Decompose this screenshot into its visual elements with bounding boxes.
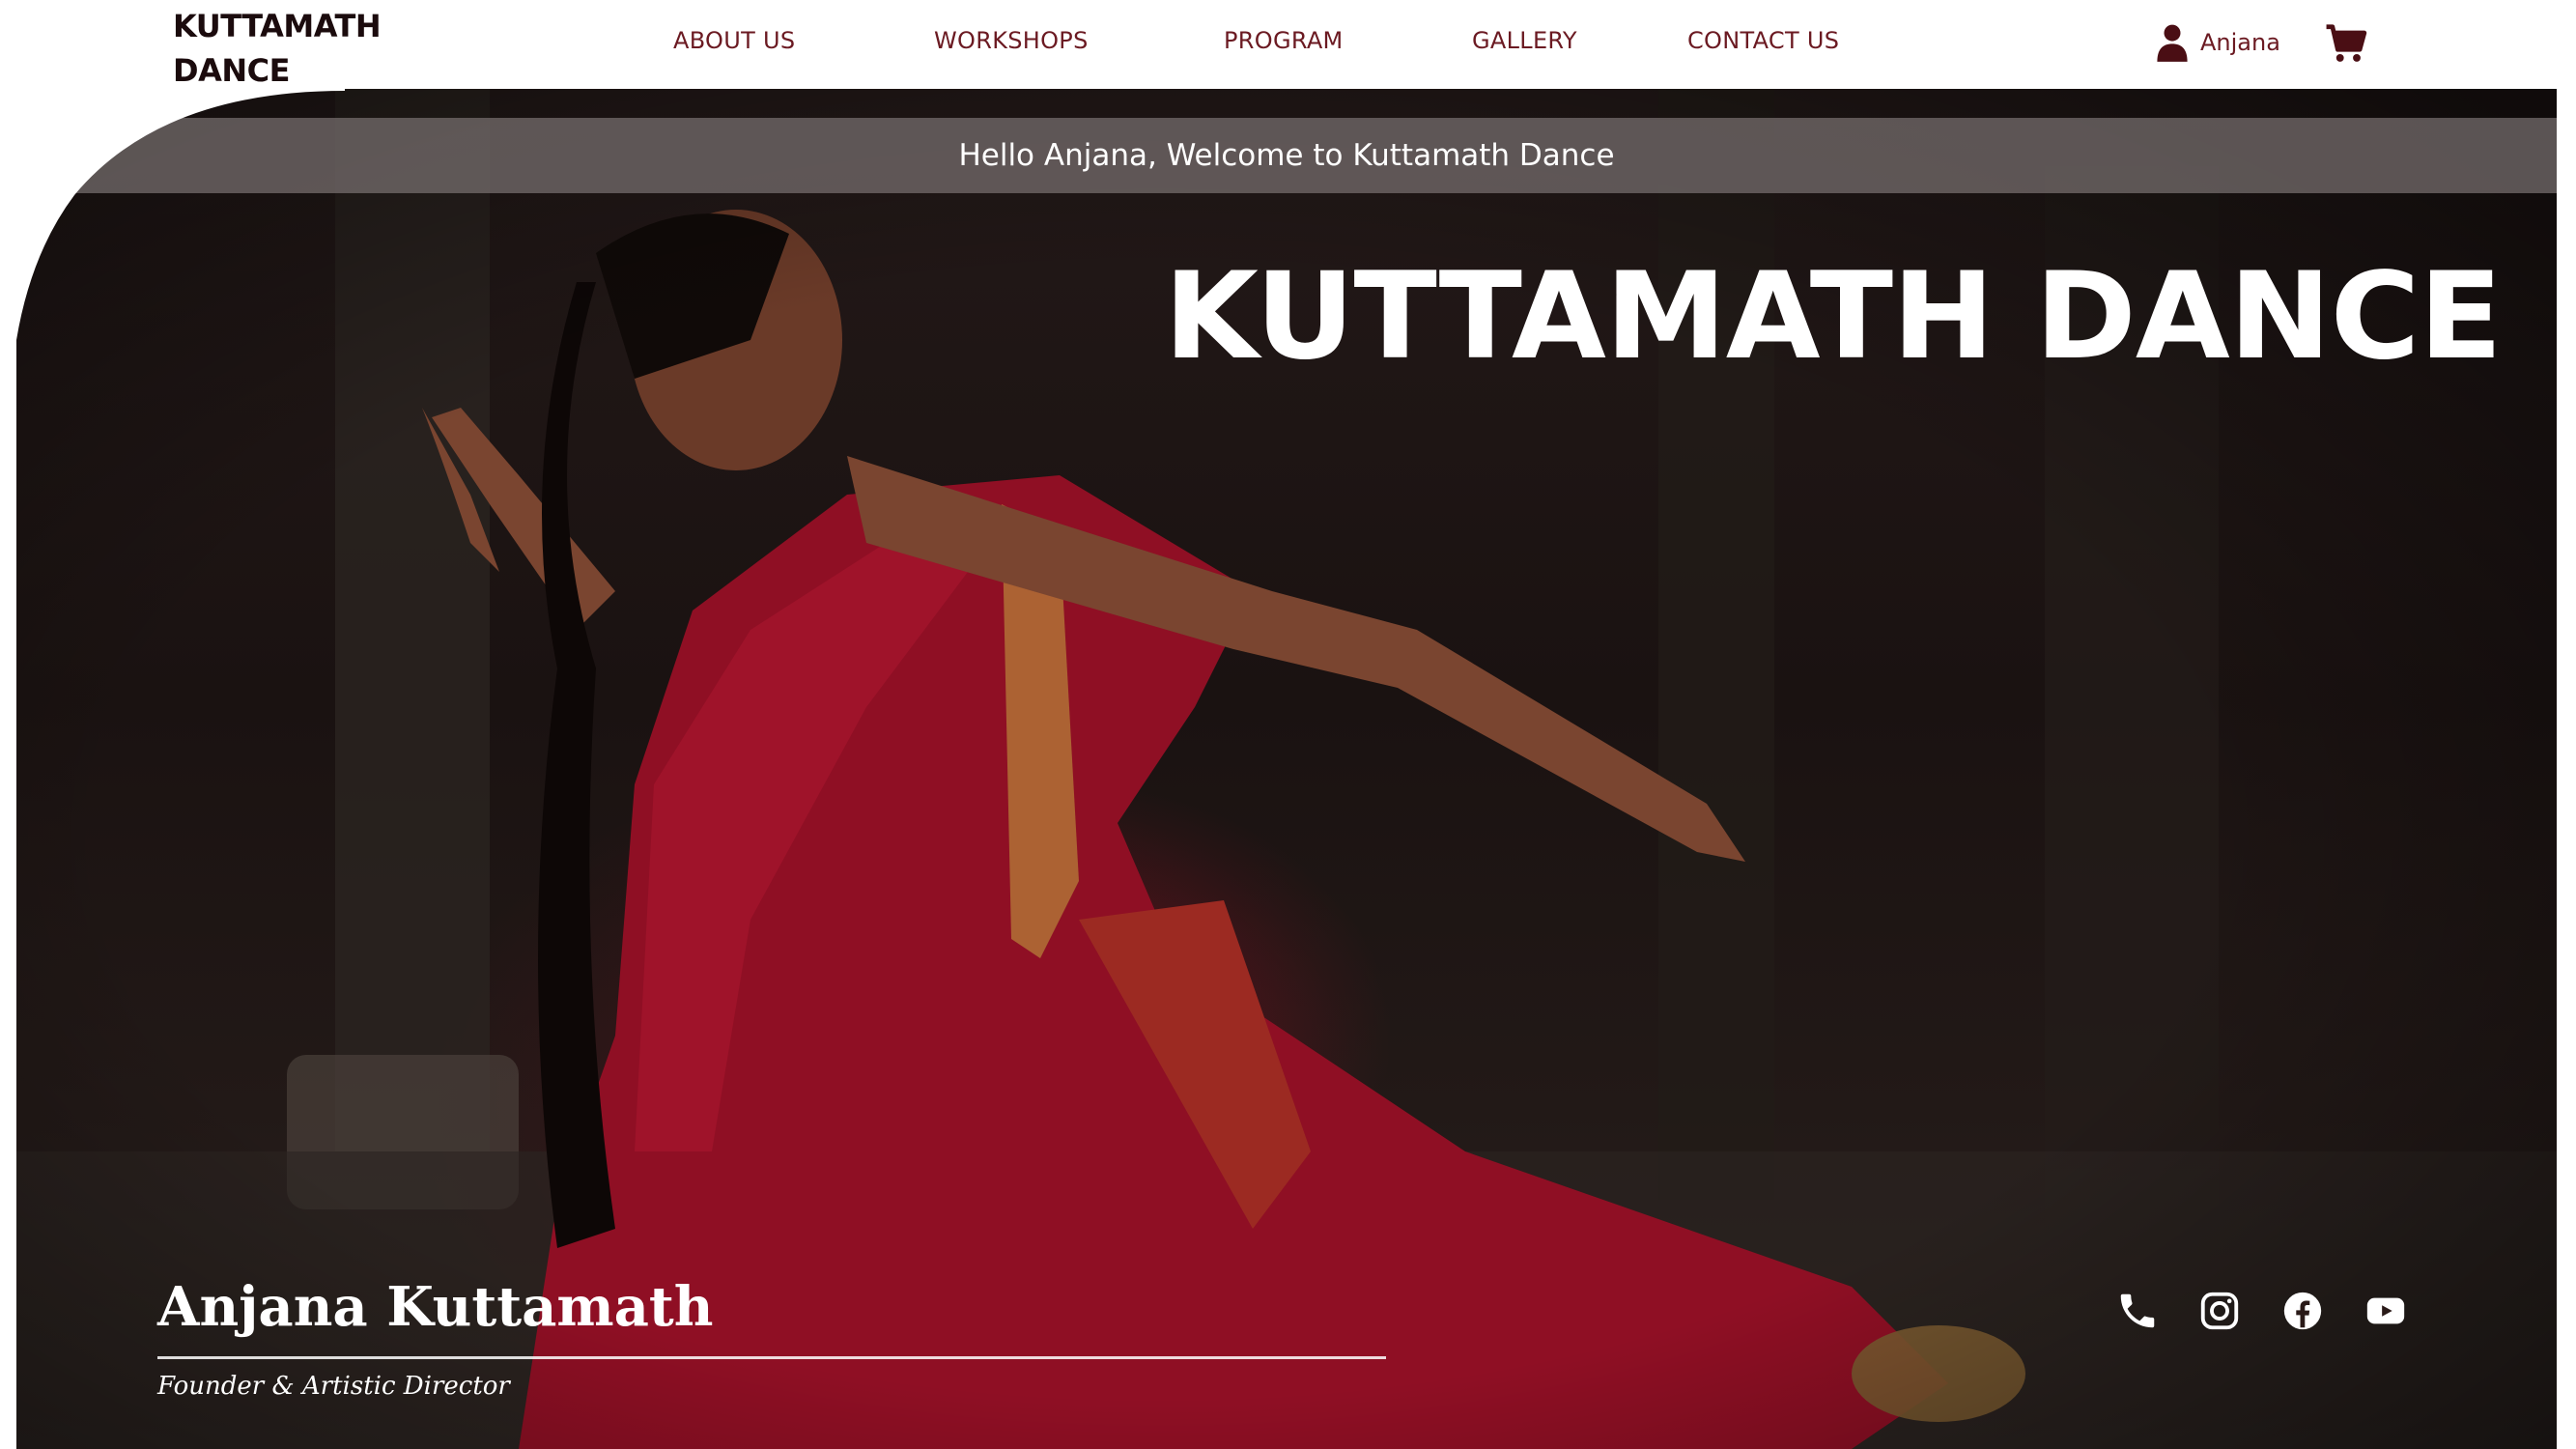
nav-workshops[interactable]: WORKSHOPS (934, 27, 1089, 54)
nav-about-us[interactable]: ABOUT US (673, 27, 795, 54)
nav-program[interactable]: PROGRAM (1224, 27, 1344, 54)
user-icon (2157, 24, 2188, 62)
top-navbar: KUTTAMATH DANCE ABOUT US WORKSHOPS PROGR… (16, 0, 2557, 89)
cart-icon[interactable] (2325, 23, 2367, 64)
nav-gallery[interactable]: GALLERY (1472, 27, 1577, 54)
facebook-icon[interactable] (2280, 1289, 2325, 1333)
hero-title: KUTTAMATH DANCE (1164, 247, 2503, 386)
founder-divider (157, 1356, 1386, 1359)
founder-name: Anjana Kuttamath (157, 1275, 714, 1339)
instagram-icon[interactable] (2197, 1289, 2242, 1333)
site-logo[interactable]: KUTTAMATH DANCE (173, 4, 424, 93)
founder-role: Founder & Artistic Director (157, 1372, 510, 1401)
phone-icon[interactable] (2115, 1289, 2160, 1333)
logo-line2: DANCE (173, 52, 290, 89)
youtube-icon[interactable] (2364, 1289, 2408, 1333)
user-account-button[interactable]: Anjana (2156, 23, 2280, 62)
welcome-text: Hello Anjana, Welcome to Kuttamath Dance (958, 138, 1615, 173)
logo-line1: KUTTAMATH (173, 8, 382, 44)
user-name: Anjana (2200, 29, 2280, 56)
welcome-banner: Hello Anjana, Welcome to Kuttamath Dance (16, 118, 2557, 193)
nav-contact-us[interactable]: CONTACT US (1687, 27, 1839, 54)
corner-curve-decoration (16, 89, 345, 340)
